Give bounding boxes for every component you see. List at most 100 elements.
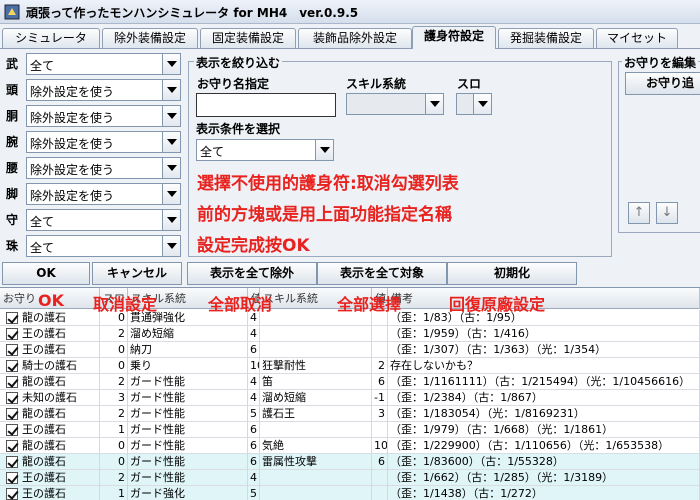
- table-row[interactable]: 王の護石 0 納刀 6 （歪：1/307）（古：1/363）（光：1/354）: [0, 342, 700, 358]
- chevron-down-icon[interactable]: [315, 140, 333, 160]
- slot-count-label: スロ: [457, 77, 482, 91]
- chevron-down-icon[interactable]: [162, 210, 180, 230]
- slot-count-combo[interactable]: [456, 93, 492, 115]
- chevron-down-icon[interactable]: [473, 94, 491, 114]
- annotation-reset: 回復原廠設定: [449, 295, 546, 314]
- cell-skill2: 雷属性攻撃: [260, 454, 372, 470]
- include-checkbox[interactable]: [6, 408, 18, 420]
- table-row[interactable]: 龍の護石 0 ガード性能 6 気絶 10 （歪：1/229900）（古：1/110656）（…: [0, 438, 700, 454]
- tab-excavated-equipment[interactable]: 発掘装備設定: [498, 28, 594, 48]
- display-condition-combo[interactable]: 全て: [196, 139, 334, 161]
- slot-label-body: 胴: [6, 109, 19, 123]
- table-row[interactable]: 龍の護石 2 ガード性能 5 護石王 3 （歪：1/183054）（光：1/8169231）: [0, 406, 700, 422]
- cell-val2: 6: [372, 374, 388, 390]
- tab-my-set[interactable]: マイセット: [596, 28, 678, 48]
- table-row[interactable]: 未知の護石 3 ガード性能 4 溜め短縮 -1 （歪：1/2384）（古：1/867）: [0, 390, 700, 406]
- cell-slot: 1: [100, 486, 128, 500]
- annotation-instruction-line1: 選擇不使用的護身符:取消勾選列表: [197, 174, 459, 194]
- cell-note: （歪：1/662）（古：1/285）（光：1/3189）: [388, 470, 700, 486]
- chevron-down-icon[interactable]: [162, 184, 180, 204]
- chevron-down-icon[interactable]: [425, 94, 443, 114]
- table-row[interactable]: 騎士の護石0乗り10狂撃耐性2存在しないかも？: [0, 358, 700, 374]
- cell-skill2: 溜め短縮: [260, 390, 372, 406]
- slot-combo-head[interactable]: 除外設定を使う: [26, 79, 181, 101]
- tab-exclude-equipment[interactable]: 除外装備設定: [102, 28, 198, 48]
- chevron-down-icon[interactable]: [162, 158, 180, 178]
- cell-slot: 2: [100, 470, 128, 486]
- tab-bar: シミュレータ 除外装備設定 固定装備設定 装飾品除外設定 護身符設定 発掘装備設…: [0, 26, 700, 49]
- cell-slot: 2: [100, 374, 128, 390]
- cancel-button[interactable]: キャンセル: [92, 262, 182, 285]
- cell-note: （歪：1/83600）（古：1/55328）: [388, 454, 700, 470]
- tab-decoration-exclude[interactable]: 装飾品除外設定: [298, 28, 412, 48]
- cell-skill1: 溜め短縮: [128, 326, 248, 342]
- arrow-down-icon: ↓: [661, 205, 673, 220]
- cell-skill2: 笛: [260, 374, 372, 390]
- cell-val1: 4: [248, 390, 260, 406]
- cell-val1: 5: [248, 486, 260, 500]
- app-icon: [4, 4, 20, 20]
- slot-combo-arms[interactable]: 除外設定を使う: [26, 131, 181, 153]
- cell-val1: 4: [248, 374, 260, 390]
- include-checkbox[interactable]: [6, 456, 18, 468]
- slot-combo-charm[interactable]: 全て: [26, 209, 181, 231]
- include-checkbox[interactable]: [6, 440, 18, 452]
- cell-slot: 2: [100, 326, 128, 342]
- cell-note: （歪：1/1438）（古：1/272）: [388, 486, 700, 500]
- annotation-cancel: 取消設定: [93, 295, 158, 314]
- table-row[interactable]: 王の護石 2 ガード性能 4 （歪：1/662）（古：1/285）（光：1/3189）: [0, 470, 700, 486]
- cell-skill1: 乗り: [128, 358, 248, 374]
- slot-combo-body[interactable]: 除外設定を使う: [26, 105, 181, 127]
- annotation-instruction-line3: 設定完成按OK: [197, 236, 310, 256]
- tab-fixed-equipment[interactable]: 固定装備設定: [200, 28, 296, 48]
- move-down-button[interactable]: ↓: [656, 202, 678, 224]
- cell-val1: 6: [248, 342, 260, 358]
- slot-label-waist: 腰: [6, 161, 19, 175]
- table-row[interactable]: 王の護石 2 溜め短縮 4 （歪：1/959）（古：1/416）: [0, 326, 700, 342]
- ok-button[interactable]: OK: [2, 262, 90, 285]
- add-charm-button[interactable]: お守り追: [625, 72, 700, 95]
- include-checkbox[interactable]: [6, 424, 18, 436]
- include-checkbox[interactable]: [6, 360, 18, 372]
- annotation-instruction-line2: 前的方塊或是用上面功能指定名稱: [197, 205, 452, 225]
- skill-type-combo[interactable]: [346, 93, 444, 115]
- table-row[interactable]: 龍の護石 0 ガード性能 6 雷属性攻撃 6 （歪：1/83600）（古：1/55328）: [0, 454, 700, 470]
- include-checkbox[interactable]: [6, 376, 18, 388]
- include-checkbox[interactable]: [6, 328, 18, 340]
- include-checkbox[interactable]: [6, 392, 18, 404]
- slot-label-arms: 腕: [6, 135, 19, 149]
- tab-simulator[interactable]: シミュレータ: [2, 28, 100, 48]
- chevron-down-icon[interactable]: [162, 132, 180, 152]
- slot-combo-waist[interactable]: 除外設定を使う: [26, 157, 181, 179]
- charm-table: お守り スロ スキル系統 値 スキル系統 値 備考 龍の護石0貫通弾強化4（歪：…: [0, 287, 700, 500]
- cell-note: （歪：1/979）（古：1/668）（光：1/1861）: [388, 422, 700, 438]
- reset-button[interactable]: 初期化: [447, 262, 577, 285]
- tab-charm-settings[interactable]: 護身符設定: [412, 26, 496, 49]
- include-checkbox[interactable]: [6, 472, 18, 484]
- chevron-down-icon[interactable]: [162, 106, 180, 126]
- cell-val2: 10: [374, 438, 388, 454]
- include-checkbox[interactable]: [6, 344, 18, 356]
- include-checkbox[interactable]: [6, 312, 18, 324]
- slot-combo-legs[interactable]: 除外設定を使う: [26, 183, 181, 205]
- cell-name: 龍の護石: [20, 438, 100, 454]
- slot-combo-weapon[interactable]: 全て: [26, 53, 181, 75]
- move-up-button[interactable]: ↑: [628, 202, 650, 224]
- slot-combo-jewel[interactable]: 全て: [26, 235, 181, 257]
- chevron-down-icon[interactable]: [162, 236, 180, 256]
- cell-val2: -1: [372, 390, 388, 406]
- exclude-all-button[interactable]: 表示を全て除外: [187, 262, 317, 285]
- cell-slot: 1: [100, 422, 128, 438]
- charm-name-input[interactable]: [196, 93, 336, 117]
- cell-skill2: [260, 342, 372, 358]
- table-row[interactable]: 王の護石 1 ガード性能 6 （歪：1/979）（古：1/668）（光：1/1861）: [0, 422, 700, 438]
- include-checkbox[interactable]: [6, 488, 18, 500]
- include-all-button[interactable]: 表示を全て対象: [317, 262, 447, 285]
- slot-label-weapon: 武: [6, 57, 19, 71]
- chevron-down-icon[interactable]: [162, 54, 180, 74]
- charm-edit-panel-title: お守りを編集: [622, 54, 699, 71]
- chevron-down-icon[interactable]: [162, 80, 180, 100]
- table-row[interactable]: 龍の護石 2 ガード性能 4 笛 6 （歪：1/1161111）（古：1/215494）（光…: [0, 374, 700, 390]
- slot-label-jewel: 珠: [6, 239, 19, 253]
- table-row[interactable]: 王の護石 1 ガード強化 5 （歪：1/1438）（古：1/272）: [0, 486, 700, 500]
